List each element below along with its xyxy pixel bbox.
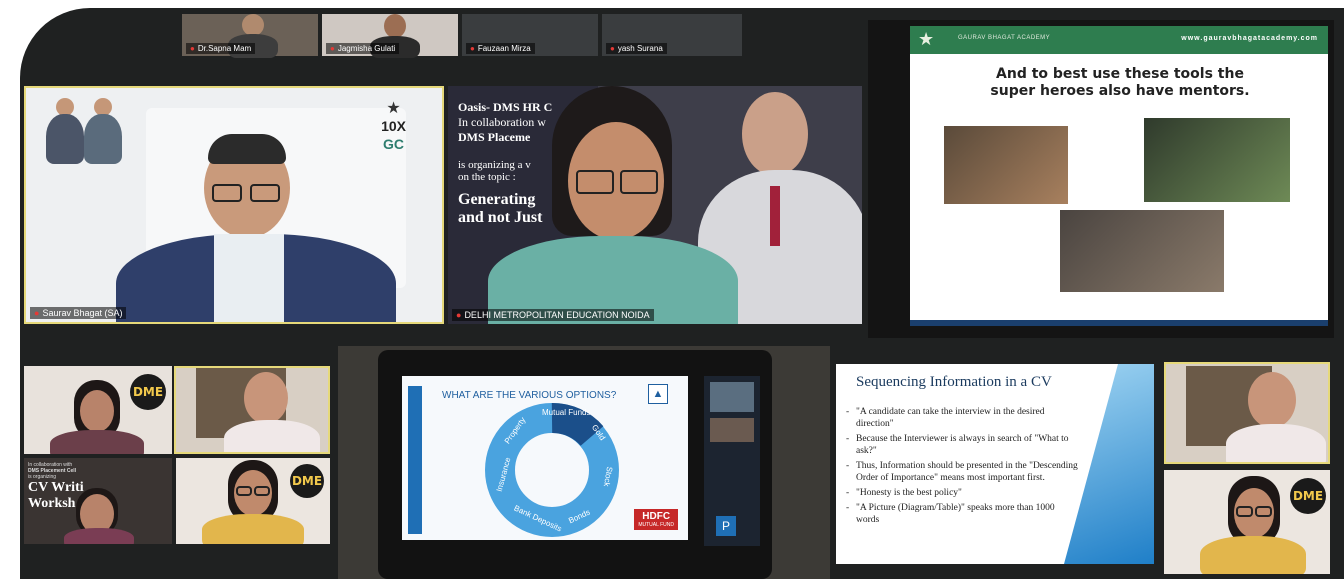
speaker-name-tag: ● Saurav Bhagat (SA) — [30, 307, 127, 319]
participant-name-tag: ● Jagmisha Gulati — [326, 43, 400, 54]
hdfc-brand: HDFC MUTUAL FUND — [634, 509, 678, 530]
star-icon: ★ — [386, 100, 401, 117]
host-woman-silhouette — [488, 86, 738, 324]
participant-avatar[interactable]: P — [716, 516, 736, 536]
meeting-collage: ● Dr.Sapna Mam ● Jagmisha Gulati ● Fauzaan … — [0, 0, 1344, 579]
grid-tile-woman-1[interactable]: DME — [24, 366, 172, 454]
strip-tile-3[interactable]: ● Fauzaan Mirza — [462, 14, 598, 56]
strip-tile-2[interactable]: ● Jagmisha Gulati — [322, 14, 458, 58]
strip-tile-1[interactable]: ● Dr.Sapna Mam — [182, 14, 318, 58]
strip-tile-4[interactable]: ● yash Surana — [602, 14, 742, 56]
speaker-silhouette — [116, 134, 396, 322]
mic-icon: ● — [456, 310, 462, 320]
bullet-item: "A candidate can take the interview in t… — [846, 406, 1078, 430]
host-video-tile[interactable]: Oasis- DMS HR C In collaboration w DMS P… — [448, 86, 862, 324]
segment-label: Mutual Funds — [542, 408, 591, 417]
mentor-slide-heading: And to best use these tools the super he… — [990, 66, 1250, 99]
mentor-image-yoda — [1144, 118, 1290, 202]
mic-off-icon: ● — [330, 44, 335, 53]
dme-badge: DME — [130, 374, 166, 410]
slide-footer-bar — [910, 320, 1328, 326]
bullet-item: Thus, Information should be presented in… — [846, 460, 1078, 484]
side-panel-thumb — [710, 382, 754, 412]
slide-header-bar: ★ GAURAV BHAGAT ACADEMY www.gauravbhagat… — [910, 26, 1328, 54]
mic-icon: ● — [34, 308, 40, 318]
cv-slide-title: Sequencing Information in a CV — [856, 374, 1052, 390]
mic-off-icon: ● — [470, 44, 475, 53]
grid-tile-poster[interactable]: In collaboration with DMS Placement Cell… — [24, 458, 172, 544]
speaker-video-tile[interactable]: ★ 10X GC ● Saurav Bhagat (SA) — [24, 86, 444, 324]
participant-silhouette — [1226, 372, 1326, 462]
grid-tile-woman-2[interactable]: DME — [176, 458, 330, 544]
cv-bullet-list: "A candidate can take the interview in t… — [846, 406, 1078, 529]
participant-silhouette — [64, 488, 164, 544]
host-name-tag: ● DELHI METROPOLITAN EDUCATION NOIDA — [452, 309, 654, 321]
hdfc-logo-icon: ▲ — [648, 384, 668, 404]
cv-slide: Sequencing Information in a CV "A candid… — [836, 364, 1154, 564]
participant-name-tag: ● yash Surana — [606, 43, 667, 54]
laptop-photo-tile[interactable]: WHAT ARE THE VARIOUS OPTIONS? ▲ Mutual F… — [338, 346, 830, 579]
cv-side-tile-man[interactable] — [1164, 362, 1330, 464]
mic-off-icon: ● — [610, 44, 615, 53]
cv-side-tile-woman[interactable]: DME — [1164, 470, 1330, 574]
laptop-screen: WHAT ARE THE VARIOUS OPTIONS? ▲ Mutual F… — [378, 350, 772, 579]
bullet-item: Because the Interviewer is always in sea… — [846, 433, 1078, 457]
meeting-side-panel: P — [704, 376, 760, 546]
mentor-slide-tile[interactable]: ★ GAURAV BHAGAT ACADEMY www.gauravbhagat… — [868, 20, 1334, 338]
cv-slide-tile[interactable]: Sequencing Information in a CV "A candid… — [834, 346, 1334, 579]
mentor-slide: ★ GAURAV BHAGAT ACADEMY www.gauravbhagat… — [910, 26, 1328, 326]
grid-tile-man-1[interactable] — [174, 366, 330, 454]
dme-badge: DME — [290, 464, 324, 498]
dme-badge: DME — [1290, 478, 1326, 514]
bullet-item: "Honesty is the best policy" — [846, 487, 1078, 499]
academy-logo-icon: ★ — [918, 29, 935, 49]
participant-name-tag: ● Dr.Sapna Mam — [186, 43, 256, 54]
participant-name-tag: ● Fauzaan Mirza — [466, 43, 535, 54]
mic-off-icon: ● — [190, 44, 195, 53]
side-panel-thumb — [710, 418, 754, 442]
mentor-image-monk — [944, 126, 1068, 204]
bullet-item: "A Picture (Diagram/Table)" speaks more … — [846, 502, 1078, 526]
slide-accent-bar — [408, 386, 422, 534]
participant-silhouette — [224, 372, 324, 452]
mentor-image-warriors — [1060, 210, 1224, 292]
options-slide: WHAT ARE THE VARIOUS OPTIONS? ▲ Mutual F… — [402, 376, 688, 540]
